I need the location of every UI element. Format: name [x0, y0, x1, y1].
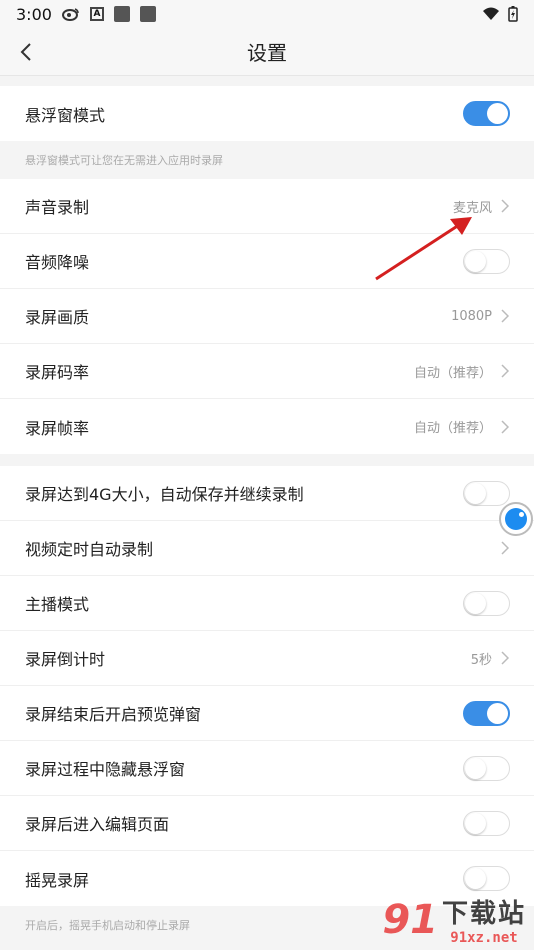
- setting-label: 录屏码率: [25, 363, 90, 382]
- watermark-logo: 91 下载站 91xz.net: [382, 893, 526, 946]
- chevron-right-icon: [501, 199, 510, 213]
- edit-after-toggle[interactable]: [463, 810, 510, 836]
- status-bar: 3:00 A: [0, 0, 534, 28]
- settings-group-advanced: 录屏达到4G大小，自动保存并继续录制 视频定时自动录制 主播模式 录屏倒计时 5…: [0, 466, 534, 906]
- record-ball-icon: [505, 508, 527, 530]
- setting-label: 录屏过程中隐藏悬浮窗: [25, 760, 186, 779]
- page-title: 设置: [247, 41, 287, 65]
- setting-value: 麦克风: [452, 200, 492, 216]
- setting-label: 录屏达到4G大小，自动保存并继续录制: [25, 485, 304, 504]
- back-button[interactable]: [14, 40, 38, 64]
- wifi-icon: [483, 7, 499, 20]
- floating-window-toggle[interactable]: [463, 101, 510, 126]
- settings-group-floating: 悬浮窗模式: [0, 86, 534, 141]
- auto-save-4g-toggle[interactable]: [463, 480, 510, 506]
- setting-label: 摇晃录屏: [25, 870, 90, 890]
- setting-row-framerate[interactable]: 录屏帧率 自动（推荐）: [0, 399, 534, 454]
- noise-reduction-toggle[interactable]: [463, 248, 510, 274]
- setting-value: 5秒: [470, 652, 492, 668]
- setting-label: 录屏后进入编辑页面: [25, 815, 170, 834]
- settings-group-recording: 声音录制 麦克风 音频降噪 录屏画质 1080P 录屏码率 自动（推荐） 录屏帧…: [0, 179, 534, 454]
- floating-record-ball[interactable]: [499, 502, 533, 536]
- setting-label: 录屏倒计时: [25, 650, 106, 669]
- setting-label: 视频定时自动录制: [25, 540, 154, 559]
- floating-window-note: 悬浮窗模式可让您在无需进入应用时录屏: [0, 141, 534, 179]
- preview-popup-toggle[interactable]: [463, 700, 510, 726]
- setting-label: 主播模式: [25, 595, 90, 614]
- setting-value: 自动（推荐）: [413, 365, 492, 381]
- setting-label: 悬浮窗模式: [25, 105, 106, 125]
- chevron-right-icon: [501, 309, 510, 323]
- battery-icon: [508, 6, 518, 22]
- setting-row-auto-save-4g[interactable]: 录屏达到4G大小，自动保存并继续录制: [0, 466, 534, 521]
- setting-label: 音频降噪: [25, 253, 90, 272]
- setting-row-noise-reduction[interactable]: 音频降噪: [0, 234, 534, 289]
- chevron-right-icon: [501, 651, 510, 665]
- setting-row-streamer-mode[interactable]: 主播模式: [0, 576, 534, 631]
- shake-record-toggle[interactable]: [463, 866, 510, 891]
- chevron-right-icon: [501, 419, 510, 434]
- setting-value: 1080P: [451, 308, 492, 324]
- setting-row-hide-floating[interactable]: 录屏过程中隐藏悬浮窗: [0, 741, 534, 796]
- chevron-left-icon: [20, 42, 31, 61]
- setting-row-scheduled-recording[interactable]: 视频定时自动录制: [0, 521, 534, 576]
- setting-row-countdown[interactable]: 录屏倒计时 5秒: [0, 631, 534, 686]
- a-icon: A: [89, 7, 104, 21]
- setting-label: 录屏画质: [25, 308, 90, 327]
- watermark-url: 91xz.net: [450, 930, 518, 946]
- setting-value: 自动（推荐）: [413, 421, 492, 436]
- watermark-91-icon: 91: [382, 896, 438, 943]
- watermark-text: 下载站: [441, 899, 526, 929]
- setting-row-floating-window[interactable]: 悬浮窗模式: [0, 86, 534, 141]
- header-bar: 设置: [0, 28, 534, 76]
- chevron-right-icon: [501, 541, 510, 555]
- setting-row-bitrate[interactable]: 录屏码率 自动（推荐）: [0, 344, 534, 399]
- setting-label: 录屏结束后开启预览弹窗: [25, 705, 202, 724]
- setting-row-preview-popup[interactable]: 录屏结束后开启预览弹窗: [0, 686, 534, 741]
- setting-label: 录屏帧率: [25, 418, 90, 438]
- hide-floating-toggle[interactable]: [463, 755, 510, 781]
- setting-row-edit-after[interactable]: 录屏后进入编辑页面: [0, 796, 534, 851]
- notification-icon: [113, 6, 130, 22]
- setting-row-audio-source[interactable]: 声音录制 麦克风: [0, 179, 534, 234]
- weibo-icon: [61, 8, 79, 21]
- streamer-mode-toggle[interactable]: [463, 590, 510, 616]
- status-time: 3:00: [16, 4, 52, 24]
- notification-icon: [139, 6, 156, 22]
- setting-row-quality[interactable]: 录屏画质 1080P: [0, 289, 534, 344]
- chevron-right-icon: [501, 364, 510, 378]
- setting-label: 声音录制: [25, 198, 90, 217]
